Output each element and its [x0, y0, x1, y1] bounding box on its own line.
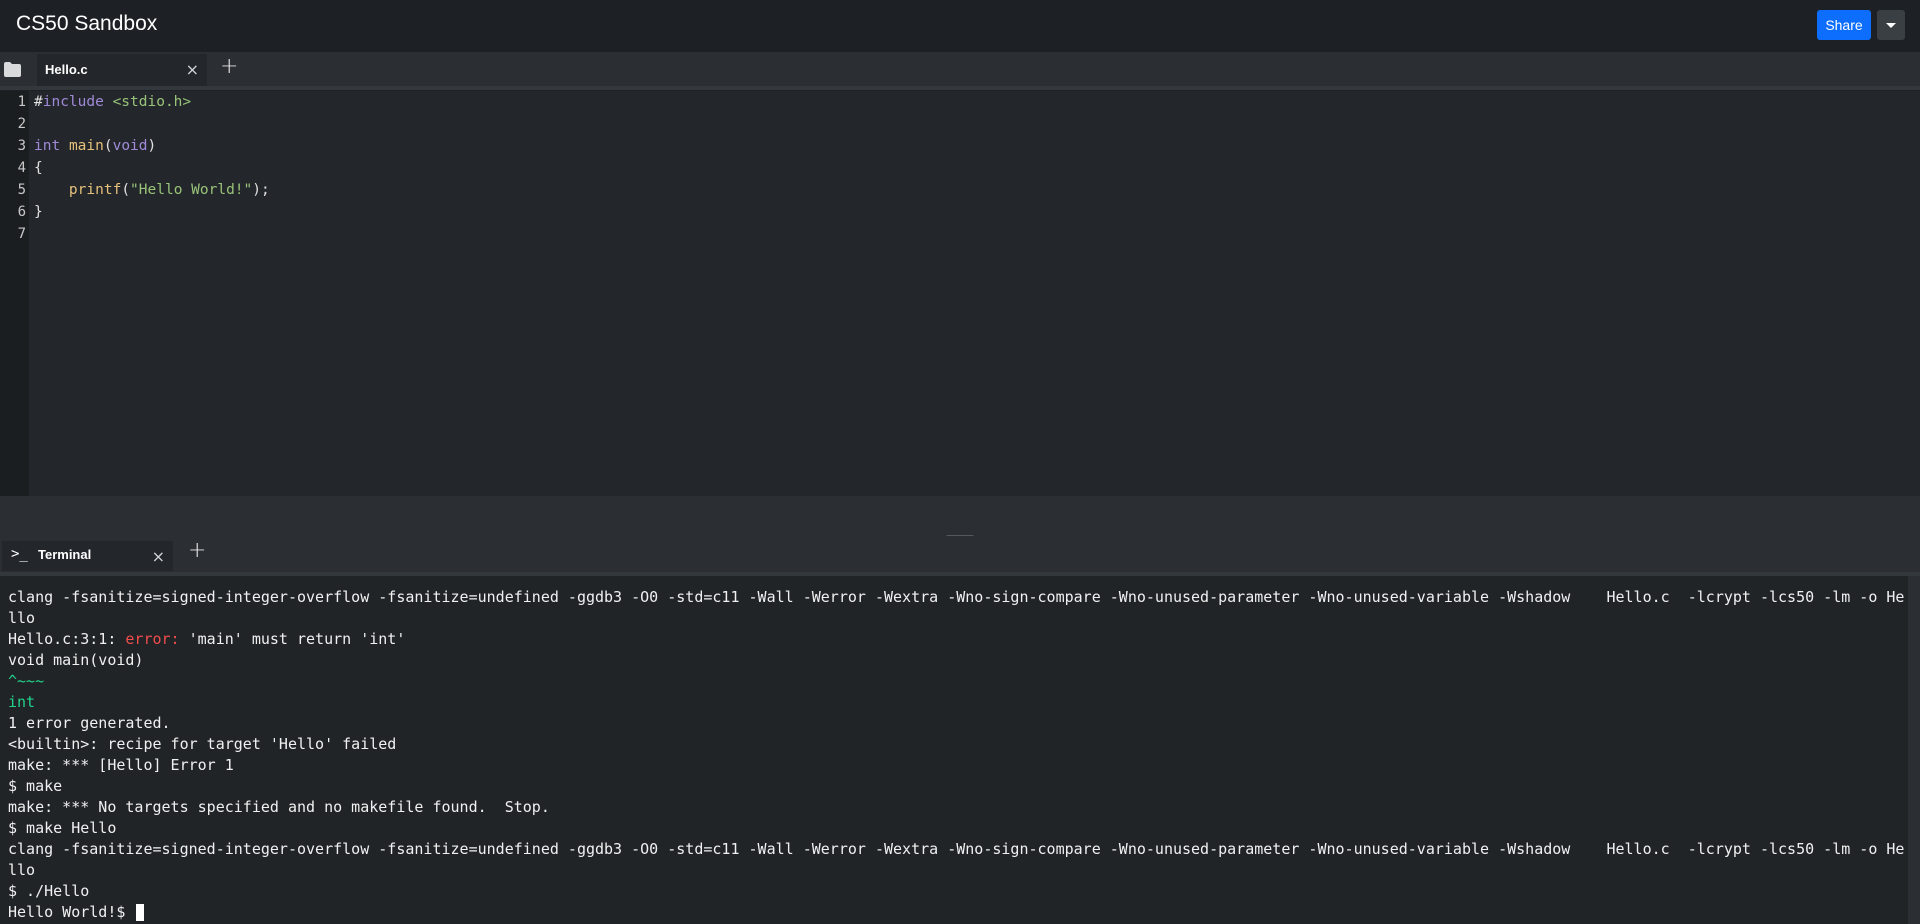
code-line-5: printf("Hello World!");	[34, 179, 270, 201]
app-title: CS50 Sandbox	[16, 12, 158, 35]
top-bar: CS50 Sandbox Share	[0, 0, 1920, 50]
code-token: int	[34, 138, 61, 154]
code-token: )	[147, 138, 157, 154]
code-line-4: {	[34, 160, 43, 176]
line-number-gutter: 1 2 3 4 5 6 7	[0, 91, 29, 496]
line-number: 3	[17, 138, 26, 154]
terminal-line: <builtin>: recipe for target 'Hello' fai…	[8, 735, 397, 753]
terminal-line: void main(void)	[8, 651, 144, 669]
share-button[interactable]: Share	[1817, 10, 1871, 40]
code-token: (	[103, 138, 113, 154]
line-number: 2	[17, 116, 26, 132]
line-number: 5	[17, 182, 26, 198]
tab-label: Terminal	[38, 547, 92, 562]
terminal-line: make: *** No targets specified and no ma…	[8, 798, 550, 816]
terminal-line: Hello.c:3:1: error: 'main' must return '…	[8, 629, 405, 650]
folder-icon[interactable]	[4, 62, 21, 77]
terminal-line: clang -fsanitize=signed-integer-overflow…	[8, 588, 1905, 606]
line-number: 7	[17, 226, 26, 242]
tab-terminal[interactable]: >_ Terminal ×	[2, 541, 173, 571]
terminal-output[interactable]: clang -fsanitize=signed-integer-overflow…	[0, 576, 1920, 924]
terminal-line: $ ./Hello	[8, 882, 90, 900]
terminal-line: clang -fsanitize=signed-integer-overflow…	[8, 840, 1905, 858]
code-token: include	[42, 94, 104, 110]
tab-hello-c[interactable]: Hello.c ×	[37, 54, 207, 86]
code-token: void	[112, 138, 148, 154]
close-icon[interactable]: ×	[186, 60, 199, 79]
terminal-scrollbar[interactable]	[1908, 576, 1920, 924]
code-line-3: int main(void)	[34, 135, 156, 157]
add-tab-icon[interactable]: +	[220, 54, 238, 79]
terminal-output-text: Hello World!$	[8, 903, 135, 921]
line-number: 6	[17, 204, 26, 220]
terminal-tab-bar: >_ Terminal × +	[0, 536, 1920, 576]
editor-tab-bar: Hello.c × +	[0, 52, 1920, 90]
line-number: 4	[17, 160, 26, 176]
terminal-prompt-line[interactable]: Hello World!$	[8, 902, 145, 923]
error-location: Hello.c:3:1:	[8, 630, 126, 648]
code-token: main	[68, 138, 104, 154]
code-token: <stdio.h>	[103, 94, 192, 110]
error-message: 'main' must return 'int'	[179, 630, 406, 648]
tab-label: Hello.c	[45, 62, 88, 77]
line-number: 1	[17, 94, 26, 110]
terminal-line: ^~~~	[8, 672, 45, 690]
terminal-line: 1 error generated.	[8, 714, 171, 732]
add-terminal-icon[interactable]: +	[188, 538, 206, 563]
tab-bar-divider	[0, 86, 1920, 90]
code-line-1: #include <stdio.h>	[34, 91, 191, 113]
terminal-line: make: *** [Hello] Error 1	[8, 756, 234, 774]
code-token: #	[34, 94, 43, 110]
terminal-icon: >_	[11, 546, 28, 562]
close-icon[interactable]: ×	[152, 547, 165, 566]
code-token: printf	[68, 182, 122, 198]
code-token: (	[121, 182, 131, 198]
code-token: "Hello World!"	[130, 182, 253, 198]
terminal-line: $ make	[8, 777, 63, 795]
code-token: );	[252, 182, 270, 198]
code-line-6: }	[34, 204, 43, 220]
terminal-line: llo	[8, 609, 36, 627]
code-editor[interactable]: 1 2 3 4 5 6 7 #include <stdio.h> int mai…	[0, 91, 1920, 496]
editor-footer	[0, 496, 1920, 536]
terminal-line: int	[8, 693, 36, 711]
error-label: error:	[125, 630, 180, 648]
caret-down-icon[interactable]	[1877, 10, 1905, 40]
terminal-cursor	[136, 904, 145, 921]
terminal-line: llo	[8, 861, 36, 879]
terminal-line: $ make Hello	[8, 819, 117, 837]
